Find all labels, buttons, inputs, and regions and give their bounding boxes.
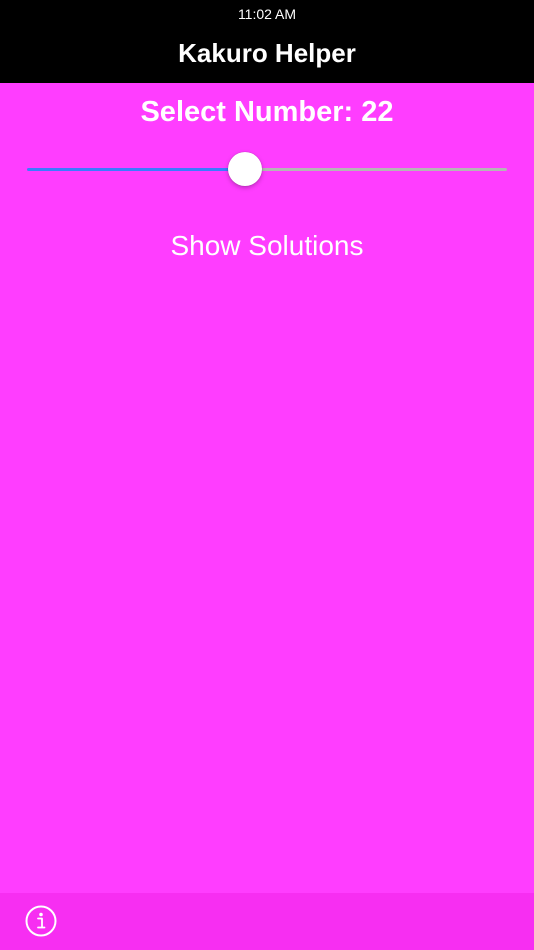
status-time: 11:02 AM [237,6,297,22]
number-slider[interactable] [27,149,507,189]
select-number-label: Select Number: 22 [140,96,394,128]
slider-thumb[interactable] [228,152,262,186]
slider-min-track [27,168,245,171]
page-title: Kakuro Helper [178,38,356,68]
slider-max-track [245,168,507,171]
main-content: Select Number: 22 Show Solutions [0,83,534,893]
show-solutions-button[interactable]: Show Solutions [0,228,534,264]
navigation-bar: Kakuro Helper [0,28,534,83]
bottom-toolbar [0,893,534,950]
info-icon [25,905,57,937]
status-bar: 11:02 AM [0,0,534,28]
info-button[interactable] [25,905,57,937]
